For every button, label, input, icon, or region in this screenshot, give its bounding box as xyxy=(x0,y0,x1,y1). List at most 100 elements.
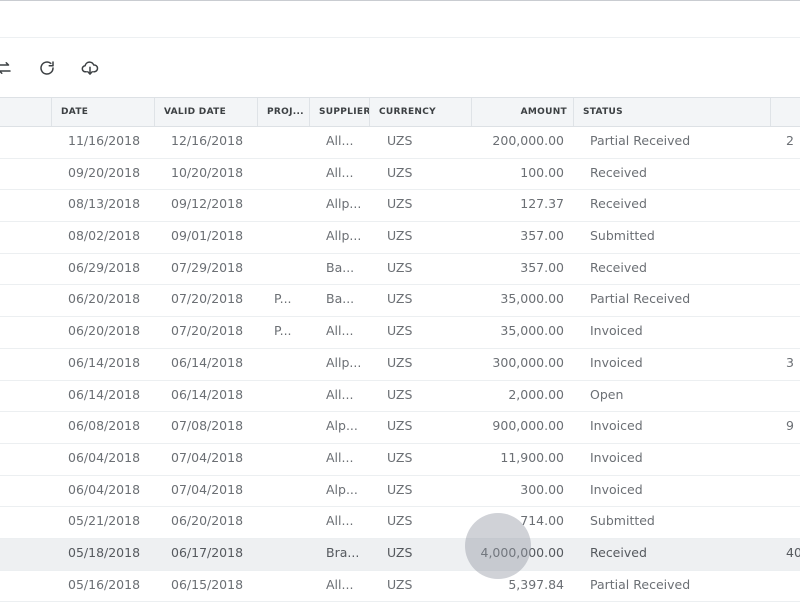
table-row[interactable]: 06/04/2018 07/04/2018 Alp... UZS 300.00 Invoi… xyxy=(0,476,800,508)
amount-cell: 100.00 xyxy=(520,164,564,180)
amount-cell: 2,000.00 xyxy=(508,386,564,402)
amount-cell: 127.37 xyxy=(520,196,564,212)
status-cell: Submitted xyxy=(590,228,655,244)
column-header-currency[interactable]: CURRENCY xyxy=(369,98,471,126)
project-cell xyxy=(274,190,304,221)
currency-cell: UZS xyxy=(387,449,413,465)
valid-date-cell: 06/20/2018 xyxy=(171,513,244,529)
currency-cell: UZS xyxy=(387,259,413,275)
table-row[interactable]: 05/21/2018 06/20/2018 All... UZS 714.00 Submi… xyxy=(0,507,800,539)
supplier-cell: All... xyxy=(326,323,354,339)
valid-date-cell: 07/20/2018 xyxy=(171,291,244,307)
extra-cell xyxy=(786,285,800,316)
extra-cell: 40 xyxy=(786,544,800,560)
amount-cell: 200,000.00 xyxy=(492,133,564,148)
amount-cell: 35,000.00 xyxy=(500,323,564,339)
table-row[interactable]: 05/18/2018 06/17/2018 Bra... UZS 4,000,000.0… xyxy=(0,538,800,571)
status-cell: Received xyxy=(590,544,647,560)
currency-cell: UZS xyxy=(387,133,413,148)
download-button[interactable] xyxy=(77,55,103,81)
table-row[interactable]: 08/02/2018 09/01/2018 Allp... UZS 357.00 Subm… xyxy=(0,222,800,254)
table-row[interactable]: 11/16/2018 12/16/2018 All... UZS 200,000.00 P… xyxy=(0,127,800,159)
extra-cell: 9 xyxy=(786,418,794,434)
status-cell: Invoiced xyxy=(590,418,643,434)
status-cell: Invoiced xyxy=(590,449,643,465)
date-cell: 08/13/2018 xyxy=(68,196,141,212)
valid-date-cell: 06/15/2018 xyxy=(171,576,244,592)
project-cell xyxy=(274,349,304,380)
table-row[interactable]: 09/20/2018 10/20/2018 All... UZS 100.00 Recei… xyxy=(0,159,800,191)
valid-date-cell: 06/17/2018 xyxy=(171,544,244,560)
column-header-supplier[interactable]: SUPPLIER xyxy=(309,98,369,126)
supplier-cell: Allp... xyxy=(326,354,362,370)
valid-date-cell: 07/20/2018 xyxy=(171,323,244,339)
column-header-date[interactable]: DATE xyxy=(51,98,154,126)
table-row[interactable]: 06/08/2018 07/08/2018 Alp... UZS 900,000.00 I… xyxy=(0,412,800,444)
project-cell xyxy=(274,444,304,475)
date-cell: 06/29/2018 xyxy=(68,259,141,275)
currency-cell: UZS xyxy=(387,481,413,497)
project-cell xyxy=(274,381,304,412)
date-cell: 09/20/2018 xyxy=(68,164,141,180)
extra-cell xyxy=(786,444,800,475)
supplier-cell: All... xyxy=(326,576,354,592)
table-row[interactable]: 06/04/2018 07/04/2018 All... UZS 11,900.00 In… xyxy=(0,444,800,476)
supplier-cell: All... xyxy=(326,386,354,402)
status-cell: Received xyxy=(590,196,647,212)
table-row[interactable]: 06/14/2018 06/14/2018 All... UZS 2,000.00 Ope… xyxy=(0,381,800,413)
extra-cell xyxy=(786,476,800,507)
status-cell: Invoiced xyxy=(590,323,643,339)
status-cell: Partial Received xyxy=(590,133,691,148)
status-cell: Partial Received xyxy=(590,291,691,307)
amount-cell: 900,000.00 xyxy=(492,418,564,434)
supplier-cell: All... xyxy=(326,133,354,148)
date-cell: 06/04/2018 xyxy=(68,449,141,465)
project-cell: P... xyxy=(274,323,292,339)
project-cell xyxy=(274,254,304,285)
valid-date-cell: 06/14/2018 xyxy=(171,354,244,370)
table-row[interactable]: 06/20/2018 07/20/2018 P... Ba... UZS 35,000.0… xyxy=(0,285,800,318)
currency-cell: UZS xyxy=(387,323,413,339)
currency-cell: UZS xyxy=(387,576,413,592)
swap-button[interactable] xyxy=(0,55,17,81)
status-cell: Open xyxy=(590,386,624,402)
supplier-cell: Alp... xyxy=(326,418,358,434)
currency-cell: UZS xyxy=(387,228,413,244)
table-row[interactable]: 06/20/2018 07/20/2018 P... All... UZS 35,000.… xyxy=(0,317,800,349)
refresh-icon xyxy=(40,61,54,75)
amount-cell: 11,900.00 xyxy=(500,449,564,465)
extra-cell xyxy=(786,222,800,253)
column-header-amount[interactable]: AMOUNT xyxy=(471,98,573,126)
project-cell: P... xyxy=(274,291,292,307)
project-cell xyxy=(274,476,304,507)
date-cell: 06/08/2018 xyxy=(68,418,141,434)
top-bar xyxy=(0,0,800,38)
amount-cell: 357.00 xyxy=(520,228,564,244)
refresh-button[interactable] xyxy=(34,55,60,81)
extra-cell: 3 xyxy=(786,354,794,370)
column-header-project[interactable]: PROJ... xyxy=(257,98,309,126)
column-header-valid-date[interactable]: VALID DATE xyxy=(154,98,257,126)
status-cell: Invoiced xyxy=(590,354,643,370)
column-header-status[interactable]: STATUS xyxy=(573,98,770,126)
project-cell xyxy=(274,571,304,602)
amount-cell: 5,397.84 xyxy=(508,576,564,592)
extra-cell xyxy=(786,190,800,221)
supplier-cell: Allp... xyxy=(326,196,362,212)
date-cell: 05/16/2018 xyxy=(68,576,141,592)
table-row[interactable]: 06/14/2018 06/14/2018 Allp... UZS 300,000.00… xyxy=(0,349,800,381)
column-header-extra[interactable] xyxy=(770,98,800,126)
status-cell: Invoiced xyxy=(590,481,643,497)
table-row[interactable]: 06/29/2018 07/29/2018 Ba... UZS 357.00 Receiv… xyxy=(0,254,800,286)
valid-date-cell: 07/08/2018 xyxy=(171,418,244,434)
supplier-cell: All... xyxy=(326,164,354,180)
extra-cell xyxy=(786,317,800,348)
table-header: DATE VALID DATE PROJ... SUPPLIER CURRENC… xyxy=(0,97,800,127)
amount-cell: 35,000.00 xyxy=(500,291,564,307)
currency-cell: UZS xyxy=(387,354,413,370)
project-cell xyxy=(274,222,304,253)
currency-cell: UZS xyxy=(387,513,413,529)
table-row[interactable]: 05/16/2018 06/15/2018 All... UZS 5,397.84 Par… xyxy=(0,571,800,602)
table-row[interactable]: 08/13/2018 09/12/2018 Allp... UZS 127.37 Rece… xyxy=(0,190,800,223)
supplier-cell: Alp... xyxy=(326,481,358,497)
